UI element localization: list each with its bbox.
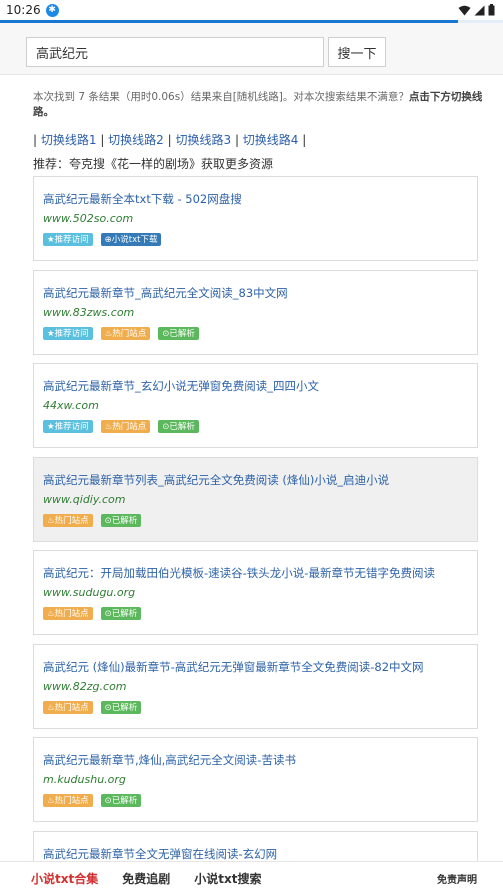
result-title[interactable]: 高武纪元最新章节_高武纪元全文阅读_83中文网 — [43, 285, 468, 301]
line-link-4[interactable]: 切换线路4 — [243, 133, 299, 147]
badge-rec: ★推荐访问 — [43, 420, 93, 433]
result-card[interactable]: 高武纪元 (烽仙)最新章节-高武纪元无弹窗最新章节全文免费阅读-82中文网 www… — [33, 643, 478, 729]
badge-ok: ⊙已解析 — [158, 326, 199, 340]
result-title[interactable]: 高武纪元最新章节_玄幻小说无弹窗免费阅读_四四小文 — [43, 378, 468, 394]
search-area: 搜一下 — [0, 23, 503, 75]
badge-rec: ★推荐访问 — [43, 326, 93, 340]
search-input[interactable] — [26, 37, 324, 67]
result-title[interactable]: 高武纪元最新全本txt下载 - 502网盘搜 — [43, 191, 468, 207]
result-badges: ♨热门站点 ⊙已解析 — [43, 513, 468, 527]
result-url: www.82zg.com — [43, 679, 127, 693]
badge-dl: ⊕小说txt下载 — [100, 233, 162, 246]
wifi-icon — [458, 5, 471, 15]
summary-text: 本次找到 7 条结果（用时0.06s）结果来自[随机线路]。对本次搜索结果不满意… — [33, 91, 409, 103]
line-link-3[interactable]: 切换线路3 — [175, 133, 231, 147]
nav-txt-collection[interactable]: 小说txt合集 — [31, 870, 98, 887]
badge-ok: ⊙已解析 — [100, 513, 142, 527]
badge-ok: ⊙已解析 — [100, 794, 142, 807]
disclaimer-link[interactable]: 免责声明 — [437, 871, 477, 886]
result-card[interactable]: 高武纪元最新全本txt下载 - 502网盘搜 www.502so.com ★推荐访问… — [33, 176, 478, 261]
page-load-progress — [0, 20, 503, 23]
status-time: 10:26 — [6, 3, 41, 17]
badge-hot: ♨热门站点 — [100, 326, 151, 340]
result-badges: ♨热门站点 ⊙已解析 — [43, 700, 468, 714]
result-title[interactable]: 高武纪元最新章节,烽仙,高武纪元全文阅读-苦读书 — [43, 752, 468, 768]
nav-txt-search[interactable]: 小说txt搜索 — [194, 870, 261, 887]
recommend-text[interactable]: 推荐：夸克搜《花一样的剧场》获取更多资源 — [0, 148, 503, 172]
badge-hot: ♨热门站点 — [100, 420, 151, 433]
bottom-nav: 小说txt合集 免费追剧 小说txt搜索 免责声明 — [0, 861, 503, 894]
badge-hot: ♨热门站点 — [43, 607, 93, 620]
signal-icon — [474, 5, 485, 15]
result-card[interactable]: 高武纪元最新章节_高武纪元全文阅读_83中文网 www.83zws.com ★推荐访… — [33, 269, 478, 355]
badge-rec: ★推荐访问 — [43, 233, 93, 246]
result-title[interactable]: 高武纪元：开局加载田伯光模板-速读谷-铁头龙小说-最新章节无错字免费阅读 — [43, 565, 468, 581]
badge-hot: ♨热门站点 — [43, 700, 93, 714]
battery-icon — [488, 4, 495, 16]
badge-hot: ♨热门站点 — [43, 513, 93, 527]
result-badges: ★推荐访问 ♨热门站点 ⊙已解析 — [43, 326, 468, 340]
result-card[interactable]: 高武纪元最新章节,烽仙,高武纪元全文阅读-苦读书 m.kudushu.org ♨热门… — [33, 737, 478, 822]
badge-ok: ⊙已解析 — [100, 607, 142, 620]
search-button[interactable]: 搜一下 — [328, 37, 386, 67]
result-card[interactable]: 高武纪元：开局加载田伯光模板-速读谷-铁头龙小说-最新章节无错字免费阅读 www.… — [33, 550, 478, 635]
result-badges: ♨热门站点 ⊙已解析 — [43, 607, 468, 620]
result-url: www.sudugu.org — [43, 586, 136, 599]
result-url: www.502so.com — [43, 212, 134, 225]
result-url: 44xw.com — [43, 399, 99, 412]
result-url: m.kudushu.org — [43, 773, 126, 786]
result-title[interactable]: 高武纪元 (烽仙)最新章节-高武纪元无弹窗最新章节全文免费阅读-82中文网 — [43, 659, 468, 675]
line-switcher: | 切换线路1 | 切换线路2 | 切换线路3 | 切换线路4 | — [33, 133, 307, 147]
result-card[interactable]: 高武纪元最新章节列表_高武纪元全文免费阅读 (烽仙)小说_启迪小说 www.qid… — [33, 456, 478, 542]
bluetooth-icon: ✱ — [45, 3, 59, 17]
result-title[interactable]: 高武纪元最新章节列表_高武纪元全文免费阅读 (烽仙)小说_启迪小说 — [43, 472, 468, 488]
result-badges: ★推荐访问 ⊕小说txt下载 — [43, 233, 468, 246]
search-summary: 本次找到 7 条结果（用时0.06s）结果来自[随机线路]。对本次搜索结果不满意… — [0, 75, 503, 120]
result-card[interactable]: 高武纪元最新章节_玄幻小说无弹窗免费阅读_四四小文 44xw.com ★推荐访问 ♨热… — [33, 363, 478, 448]
badge-ok: ⊙已解析 — [100, 700, 142, 714]
badge-hot: ♨热门站点 — [43, 794, 93, 807]
badge-ok: ⊙已解析 — [158, 420, 199, 433]
nav-free-drama[interactable]: 免费追剧 — [122, 870, 170, 887]
result-url: www.83zws.com — [43, 305, 135, 319]
status-bar: 10:26 ✱ — [0, 0, 503, 20]
line-link-1[interactable]: 切换线路1 — [41, 133, 97, 147]
result-badges: ♨热门站点 ⊙已解析 — [43, 794, 468, 807]
line-link-2[interactable]: 切换线路2 — [108, 133, 164, 147]
page-load-progress-fill — [0, 20, 458, 23]
result-title[interactable]: 高武纪元最新章节全文无弹窗在线阅读-玄幻网 — [43, 846, 468, 862]
result-url: www.qidiy.com — [43, 492, 126, 506]
result-badges: ★推荐访问 ♨热门站点 ⊙已解析 — [43, 420, 468, 433]
